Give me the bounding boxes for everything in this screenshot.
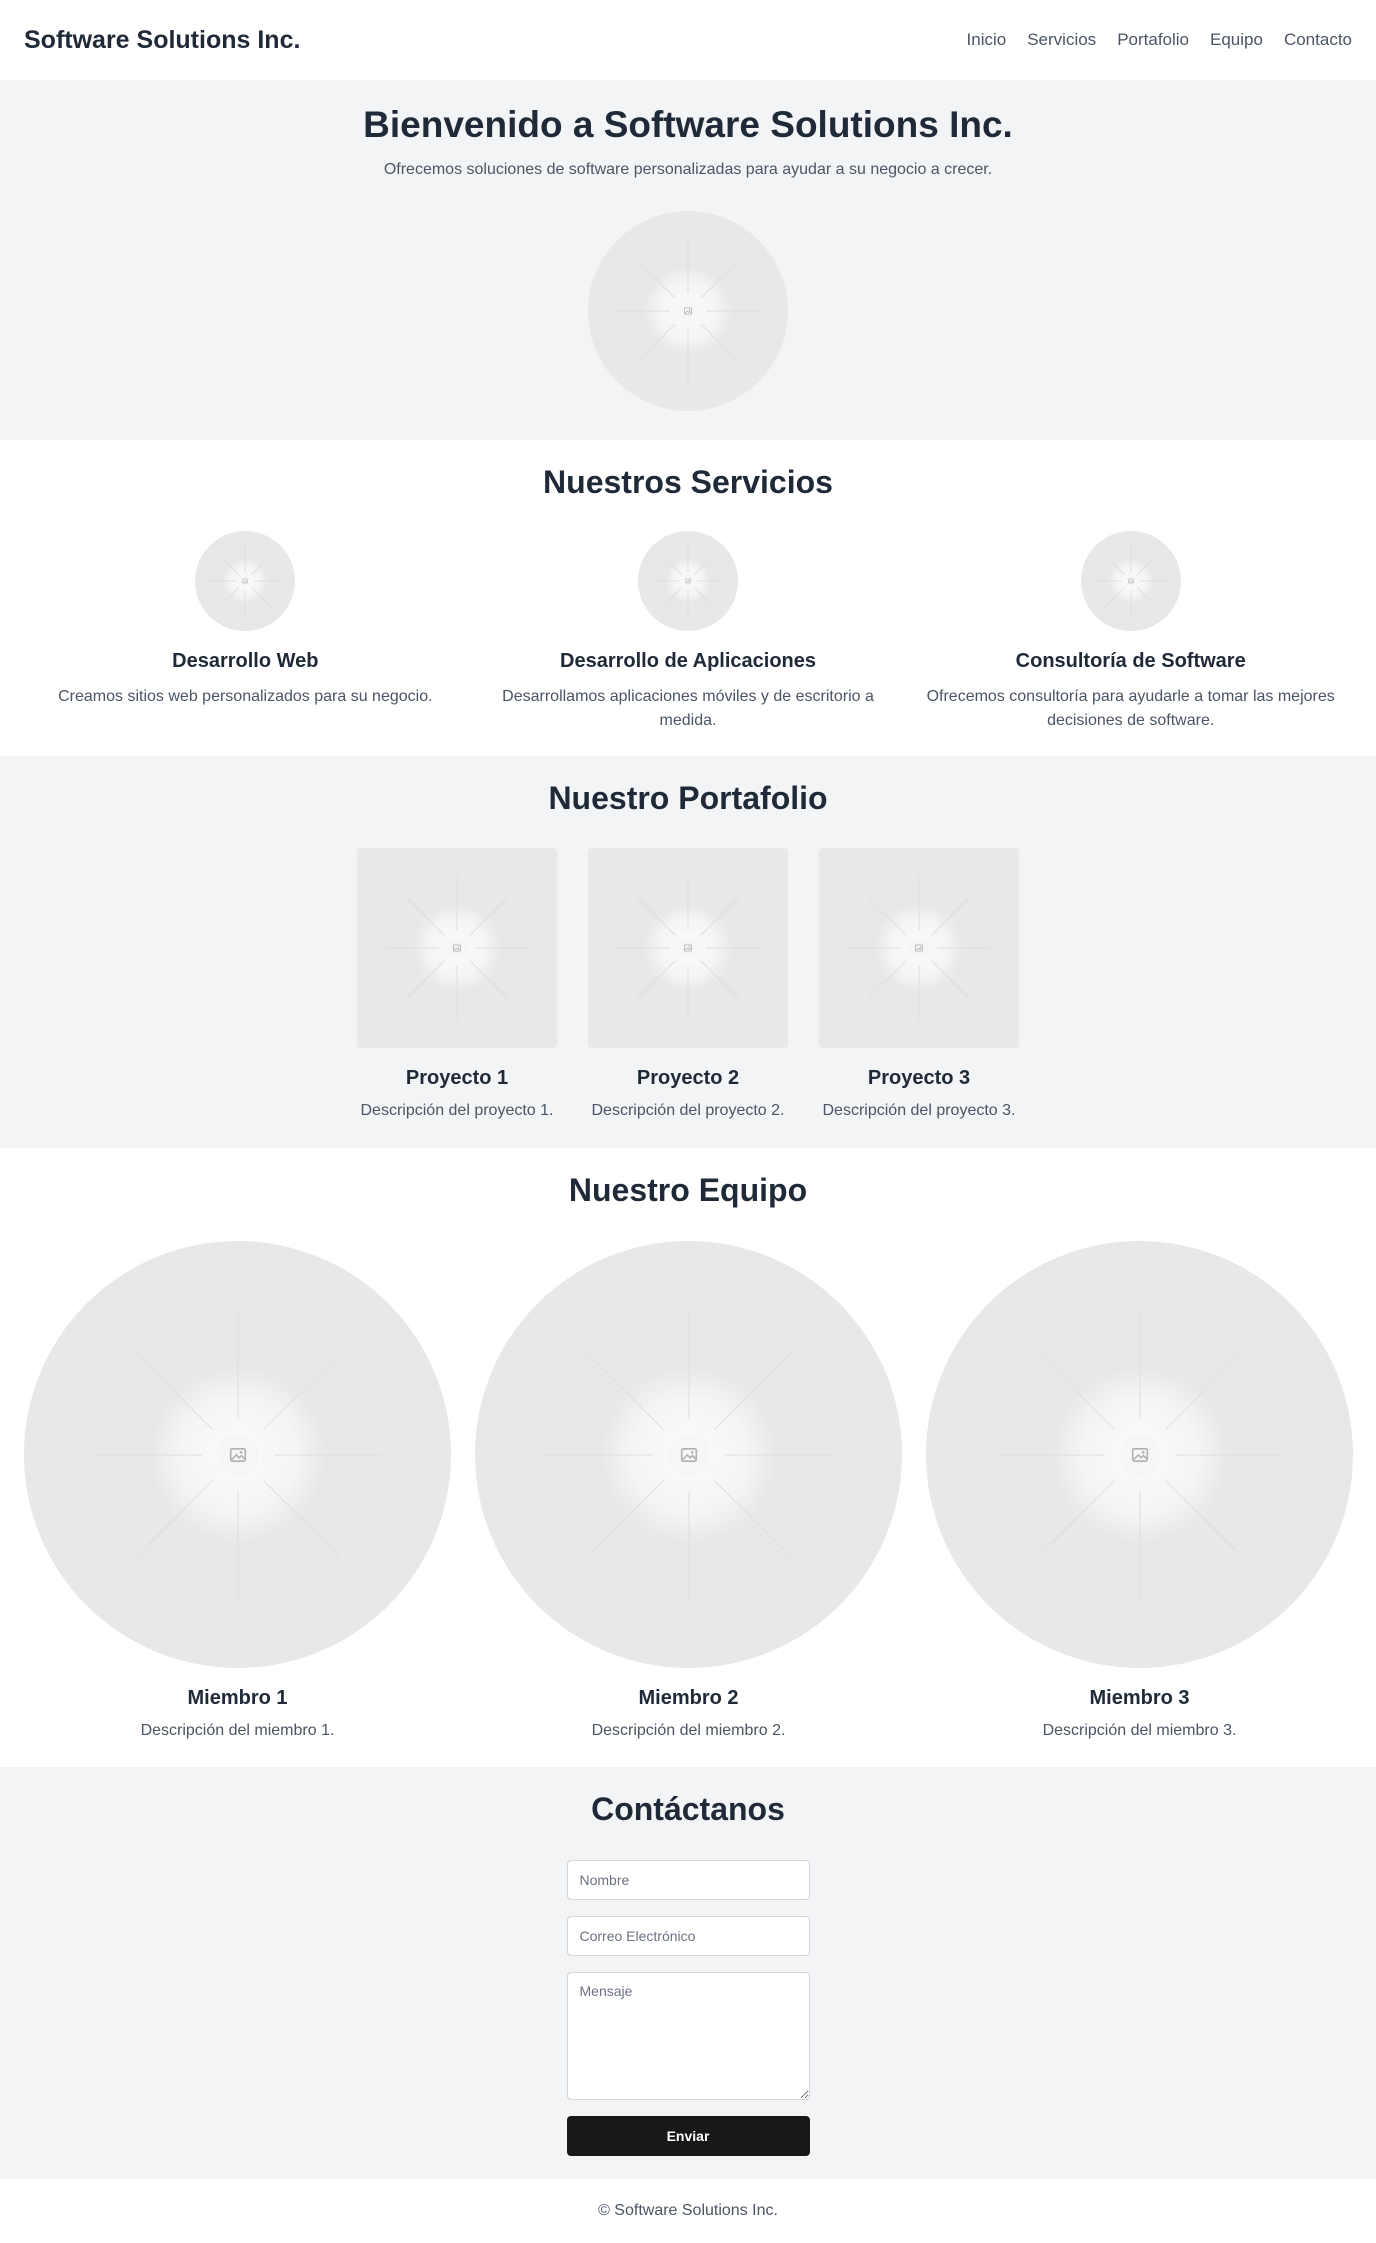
member-description: Descripción del miembro 2.	[591, 1722, 786, 1739]
project-description: Descripción del proyecto 3.	[822, 1102, 1016, 1119]
email-field[interactable]	[566, 1916, 810, 1956]
message-field[interactable]	[566, 1972, 810, 2100]
services-section: Nuestros Servicios Desarrollo Web Creamo…	[0, 440, 1376, 756]
image-placeholder-icon	[677, 300, 699, 322]
main-nav: Inicio Servicios Portafolio Equipo Conta…	[967, 30, 1352, 50]
submit-button[interactable]: Enviar	[566, 2116, 810, 2156]
team-section: Nuestro Equipo Miembro 1 Descripción del…	[0, 1148, 1376, 1767]
image-placeholder-icon	[1124, 575, 1137, 587]
service-image	[638, 531, 738, 631]
service-card: Desarrollo Web Creamos sitios web person…	[24, 531, 467, 733]
service-title: Desarrollo de Aplicaciones	[560, 650, 817, 672]
hero-subtitle: Ofrecemos soluciones de software persona…	[383, 161, 993, 179]
image-placeholder-icon	[1118, 1433, 1161, 1476]
contact-form: Enviar	[566, 1860, 810, 2156]
project-image	[357, 848, 557, 1048]
team-member-card: Miembro 1 Descripción del miembro 1.	[12, 1241, 463, 1740]
image-placeholder-icon	[239, 575, 252, 587]
member-photo	[926, 1241, 1353, 1668]
service-description: Desarrollamos aplicaciones móviles y de …	[502, 688, 874, 729]
brand-logo-text[interactable]: Software Solutions Inc.	[24, 26, 300, 55]
member-name: Miembro 1	[187, 1687, 288, 1709]
project-card: Proyecto 1 Descripción del proyecto 1.	[355, 848, 560, 1120]
team-title: Nuestro Equipo	[568, 1172, 808, 1208]
service-card: Consultoría de Software Ofrecemos consul…	[909, 531, 1352, 733]
project-card: Proyecto 3 Descripción del proyecto 3.	[817, 848, 1022, 1120]
name-field[interactable]	[566, 1860, 810, 1900]
project-image	[588, 848, 788, 1048]
nav-link-servicios[interactable]: Servicios	[1027, 30, 1096, 50]
service-image	[195, 531, 296, 631]
service-description: Ofrecemos consultoría para ayudarle a to…	[926, 688, 1335, 729]
member-description: Descripción del miembro 3.	[1042, 1722, 1237, 1739]
contact-title: Contáctanos	[591, 1791, 785, 1827]
project-image	[819, 848, 1019, 1048]
member-name: Miembro 2	[638, 1687, 739, 1709]
hero-title: Bienvenido a Software Solutions Inc.	[363, 104, 1013, 145]
project-title: Proyecto 1	[405, 1067, 509, 1089]
image-placeholder-icon	[677, 937, 699, 959]
portfolio-title: Nuestro Portafolio	[548, 780, 828, 816]
project-card: Proyecto 2 Descripción del proyecto 2.	[586, 848, 791, 1120]
member-photo	[24, 1241, 451, 1668]
team-member-card: Miembro 2 Descripción del miembro 2.	[463, 1241, 914, 1740]
nav-link-portafolio[interactable]: Portafolio	[1117, 30, 1189, 50]
member-description: Descripción del miembro 1.	[140, 1722, 335, 1739]
project-title: Proyecto 3	[867, 1067, 971, 1089]
project-description: Descripción del proyecto 2.	[591, 1102, 785, 1119]
image-placeholder-icon	[216, 1433, 259, 1476]
site-header: Software Solutions Inc. Inicio Servicios…	[0, 0, 1376, 80]
image-placeholder-icon	[908, 937, 930, 959]
service-description: Creamos sitios web personalizados para s…	[58, 688, 433, 705]
team-grid: Miembro 1 Descripción del miembro 1. Mie…	[0, 1241, 1376, 1740]
services-grid: Desarrollo Web Creamos sitios web person…	[0, 531, 1376, 733]
service-title: Consultoría de Software	[1015, 650, 1246, 672]
member-name: Miembro 3	[1089, 1687, 1190, 1709]
services-title: Nuestros Servicios	[543, 464, 833, 500]
image-placeholder-icon	[667, 1433, 710, 1476]
image-placeholder-icon	[446, 937, 468, 959]
footer-copyright: © Software Solutions Inc.	[598, 2202, 778, 2219]
project-title: Proyecto 2	[636, 1067, 740, 1089]
hero-image	[588, 211, 788, 412]
team-member-card: Miembro 3 Descripción del miembro 3.	[914, 1241, 1365, 1740]
nav-link-contacto[interactable]: Contacto	[1284, 30, 1352, 50]
hero-section: Bienvenido a Software Solutions Inc. Ofr…	[0, 80, 1376, 440]
portfolio-section: Nuestro Portafolio Proyecto 1 Descripció…	[0, 756, 1376, 1148]
image-placeholder-icon	[682, 575, 694, 587]
service-image	[1080, 531, 1181, 631]
contact-section: Contáctanos Enviar	[0, 1767, 1376, 2179]
nav-link-inicio[interactable]: Inicio	[967, 30, 1007, 50]
project-description: Descripción del proyecto 1.	[360, 1102, 554, 1119]
site-footer: © Software Solutions Inc.	[0, 2179, 1376, 2243]
service-title: Desarrollo Web	[172, 650, 319, 672]
portfolio-grid: Proyecto 1 Descripción del proyecto 1. P…	[0, 848, 1376, 1120]
service-card: Desarrollo de Aplicaciones Desarrollamos…	[467, 531, 910, 733]
nav-link-equipo[interactable]: Equipo	[1210, 30, 1263, 50]
member-photo	[475, 1241, 902, 1668]
